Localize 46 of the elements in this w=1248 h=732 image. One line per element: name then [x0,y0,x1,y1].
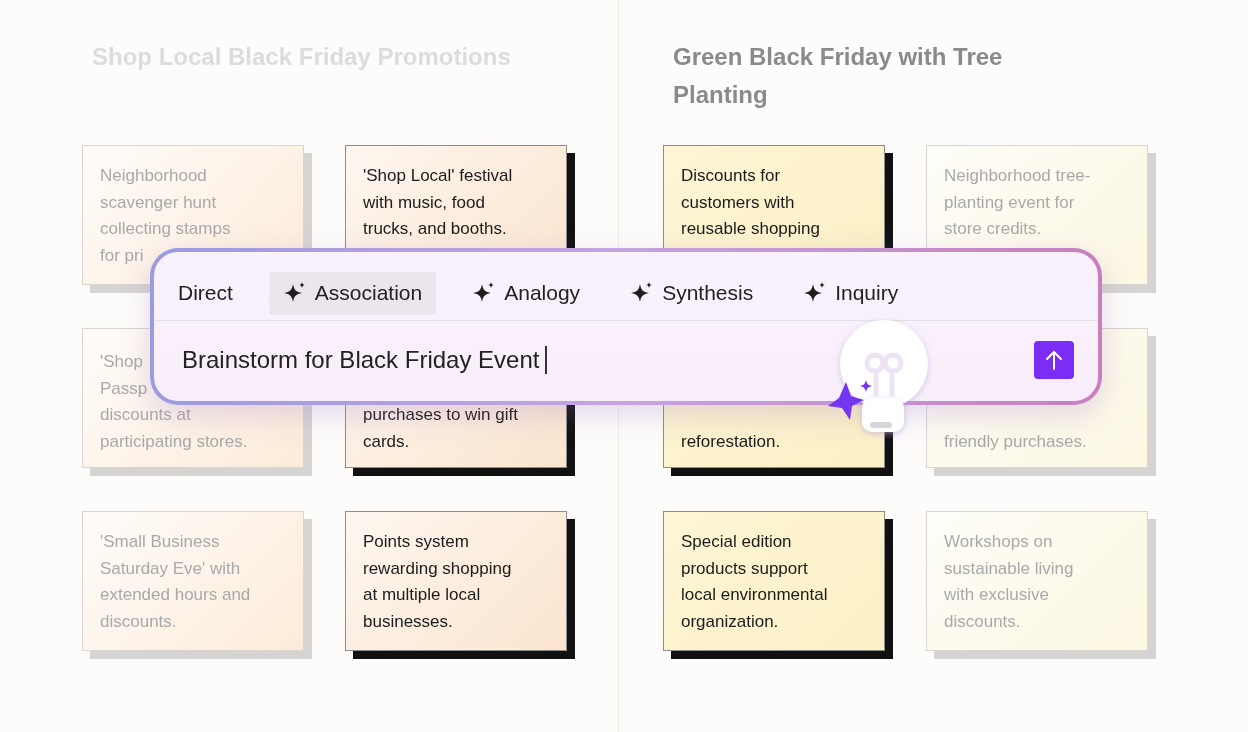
card-text-line: 'Shop [100,351,143,373]
card-text-line: friendly purchases. [944,430,1087,453]
mode-tab[interactable]: Direct [164,271,247,315]
mode-tab[interactable]: Association [268,271,437,315]
card-text-line: discounts. [100,610,177,633]
card-text-line: store credits. [944,218,1042,240]
card-text-line: with exclusive [944,584,1049,606]
card-text-line: businesses. [363,610,453,633]
card-text-line: customers with [681,191,795,214]
card-text-line: organization. [681,610,779,633]
card-text-line: 'Small Business [100,531,220,553]
card-text-line: reforestation. [681,430,781,453]
card-text-line: collecting stamps [100,218,231,240]
card-text-line: rewarding shopping [363,557,512,580]
mode-tab[interactable]: Synthesis [616,271,768,315]
mode-tab[interactable]: Inquiry [789,271,913,315]
card-text-line: cards. [363,430,410,453]
card-text-line: Neighborhood tree- [944,165,1091,187]
card-text-line: products support [681,557,808,580]
column-title: Green Black Friday with Tree Planting [673,42,1004,110]
card-text-line: trucks, and booths. [363,218,507,240]
prompt-input[interactable]: Brainstorm for Black Friday Event [182,346,1034,374]
card-text-line: sustainable living [944,557,1074,580]
card-text-line: Special edition [681,531,792,553]
card-text-line: participating stores. [100,430,248,453]
card-text-line: discounts at [100,404,191,426]
card-text-line: Workshops on [944,531,1053,553]
arrow-up-icon [1043,349,1065,371]
mode-tab[interactable]: Analogy [458,271,595,315]
send-button[interactable] [1034,341,1074,379]
card-text-line: purchases to win gift [363,404,518,426]
card-text-line: Neighborhood [100,165,207,187]
card-text-line: reusable shopping [681,218,820,240]
card-text-line: with music, food [363,191,485,214]
card-text-line: local environmental [681,584,828,606]
card-text-line: planting event for [944,191,1075,214]
card-text-line: 'Shop Local' festival [363,165,513,187]
card-text-line: Saturday Eve' with [100,557,241,580]
card-text-line: Discounts for [681,165,781,187]
card-text-line: Passp [100,377,148,400]
card-text-line: Points system [363,531,469,553]
card-text-line: for pri [100,244,144,267]
card-text-line: extended hours and [100,584,251,606]
card-text-line: scavenger hunt [100,191,217,214]
card-text-line: at multiple local [363,584,481,606]
card-text-line: discounts. [944,610,1021,633]
